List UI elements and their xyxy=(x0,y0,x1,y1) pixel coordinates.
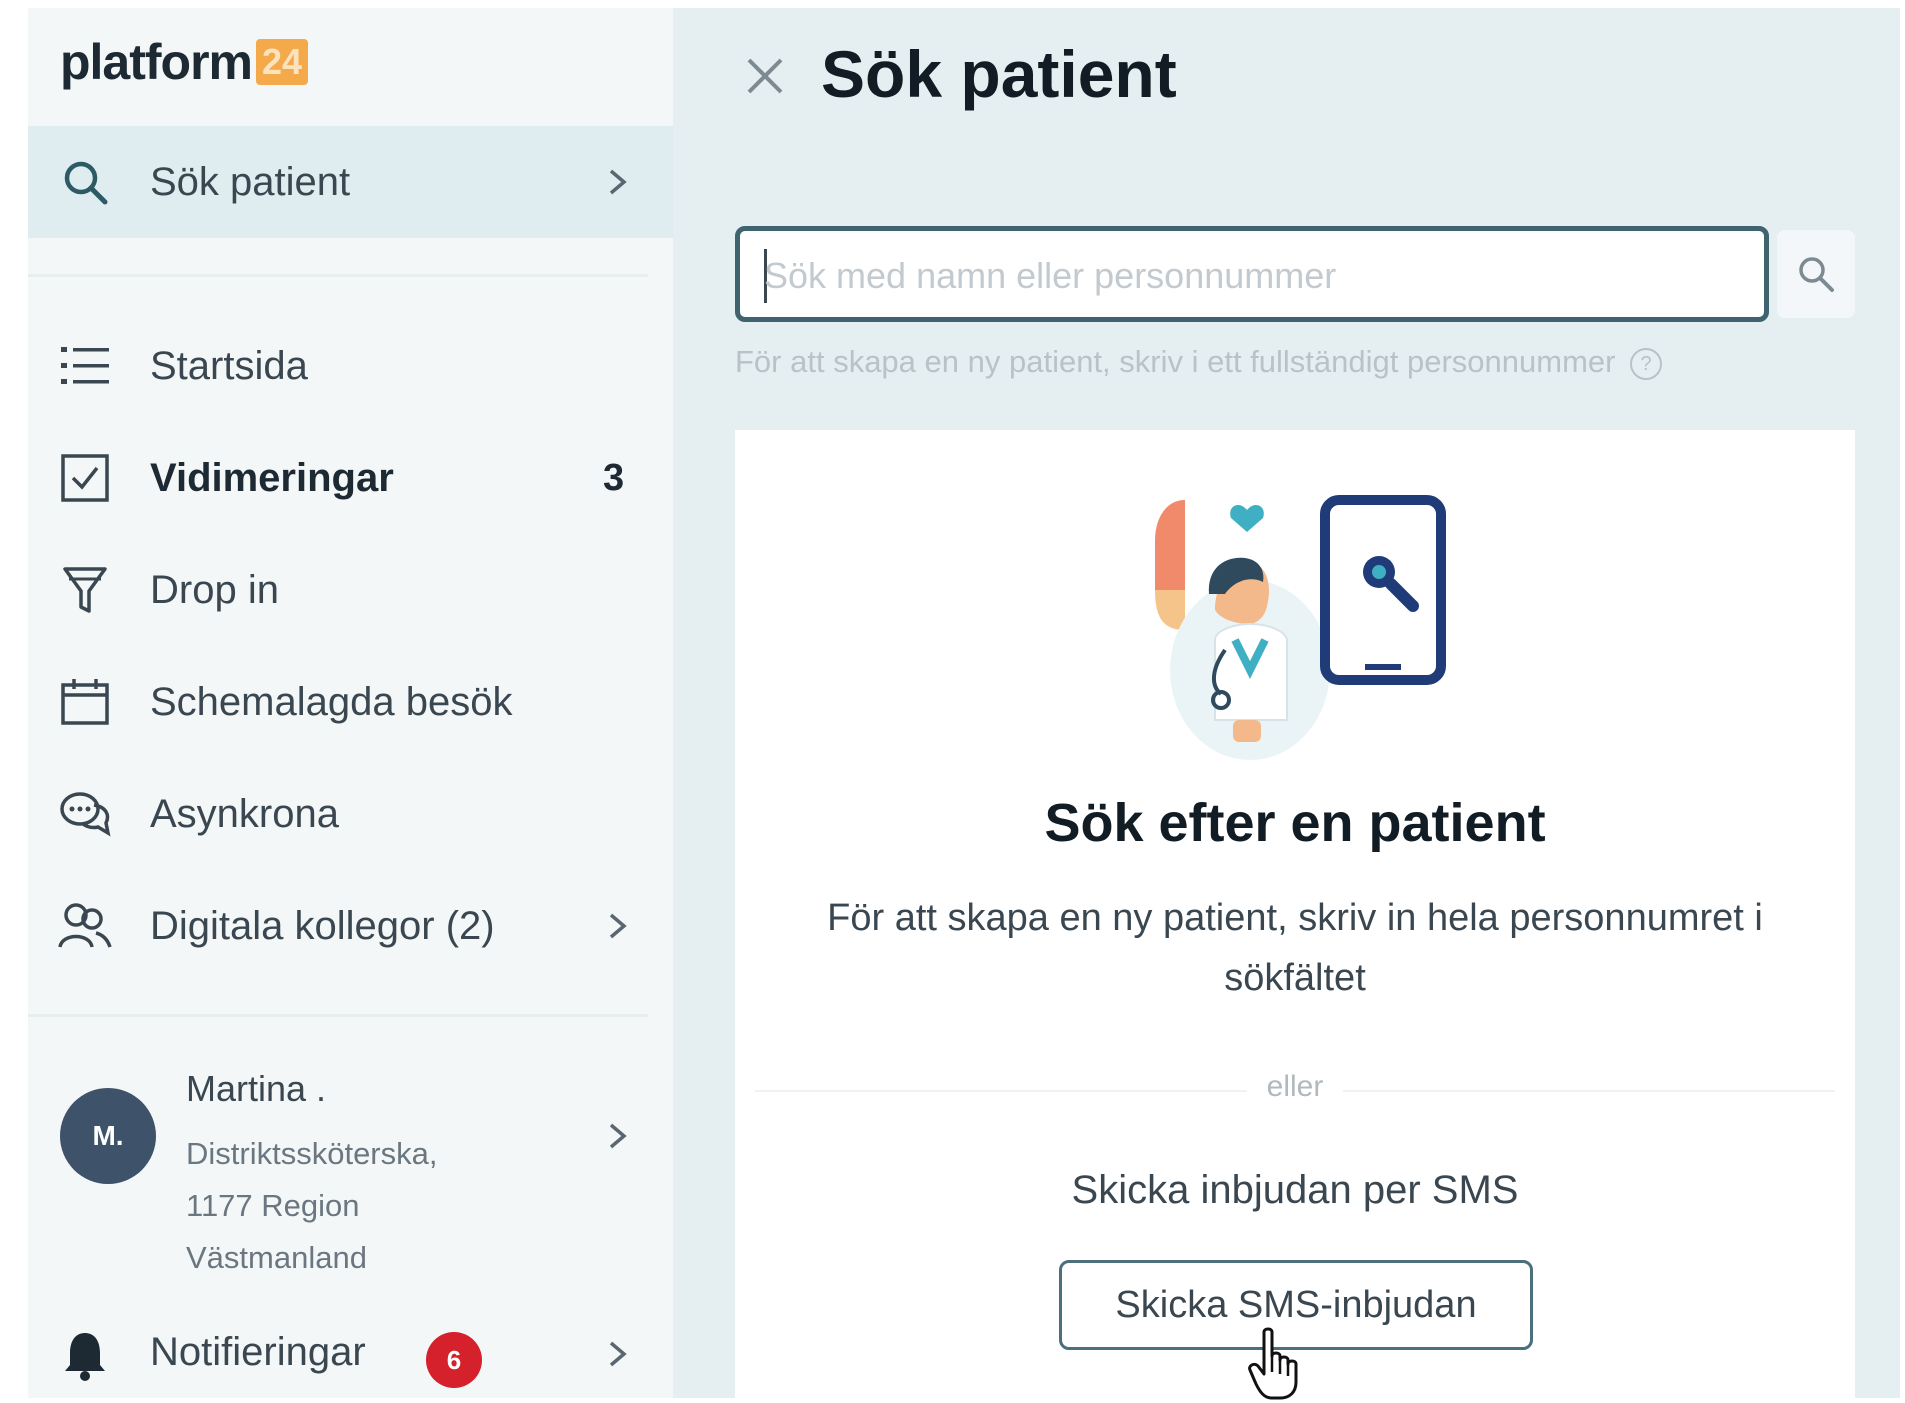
hand-cursor-icon xyxy=(1248,1327,1298,1400)
divider xyxy=(28,274,648,277)
search-icon xyxy=(1799,257,1834,292)
search-hint-text: För att skapa en ny patient, skriv i ett… xyxy=(735,344,1616,379)
calendar-icon xyxy=(58,675,112,729)
bell-icon xyxy=(58,1328,112,1382)
chevron-right-icon xyxy=(598,906,638,946)
sidebar-item-schemalagda-besok[interactable]: Schemalagda besök xyxy=(28,652,673,752)
sidebar-item-label: Sök patient xyxy=(150,159,351,204)
sidebar: platform 24 Sök patient Startsida Vidime… xyxy=(28,8,673,1398)
user-profile[interactable]: M. Martina . Distriktssköterska, 1177 Re… xyxy=(28,1048,673,1288)
sidebar-item-notifieringar[interactable]: Notifieringar 6 xyxy=(28,1310,673,1398)
close-icon xyxy=(747,58,783,94)
sms-invite-text: Skicka inbjudan per SMS xyxy=(1071,1168,1519,1212)
notification-count-badge: 6 xyxy=(426,1332,482,1388)
sidebar-item-search-patient[interactable]: Sök patient xyxy=(28,126,673,238)
avatar: M. xyxy=(60,1088,156,1184)
info-icon[interactable]: ? xyxy=(1630,347,1663,380)
notifications-label: Notifieringar xyxy=(150,1330,366,1374)
chevron-right-icon xyxy=(598,1116,638,1156)
profile-role: Distriktssköterska, 1177 Region Västmanl… xyxy=(186,1136,438,1275)
divider xyxy=(28,1014,648,1017)
chevron-right-icon xyxy=(598,162,638,202)
sidebar-item-label: Startsida xyxy=(150,343,308,388)
sidebar-item-asynkrona[interactable]: Asynkrona xyxy=(28,764,673,864)
main-panel: Sök patient För att skapa en ny patient,… xyxy=(673,8,1900,1398)
page-title: Sök patient xyxy=(821,37,1177,111)
logo[interactable]: platform 24 xyxy=(60,32,309,92)
search-input[interactable] xyxy=(762,245,1746,307)
sidebar-item-startsida[interactable]: Startsida xyxy=(28,316,673,416)
empty-state-title: Sök efter en patient xyxy=(1044,793,1546,853)
count-badge: 3 xyxy=(603,456,625,499)
or-label: eller xyxy=(1246,1070,1344,1103)
profile-name: Martina . xyxy=(186,1068,327,1109)
search-hint: För att skapa en ny patient, skriv i ett… xyxy=(735,344,1663,380)
sidebar-item-vidimeringar[interactable]: Vidimeringar 3 xyxy=(28,428,673,528)
doctor-phone-illustration xyxy=(1155,495,1446,760)
sidebar-item-label: Drop in xyxy=(150,567,279,612)
app-window: platform 24 Sök patient Startsida Vidime… xyxy=(28,8,1900,1400)
sidebar-item-label: Digitala kollegor (2) xyxy=(150,903,495,948)
sidebar-item-label: Asynkrona xyxy=(150,791,339,836)
sidebar-item-drop-in[interactable]: Drop in xyxy=(28,540,673,640)
sidebar-item-label: Vidimeringar xyxy=(150,455,394,500)
empty-state-text: För att skapa en ny patient, skriv in he… xyxy=(827,897,1763,999)
chevron-right-icon xyxy=(598,1334,638,1374)
close-button[interactable] xyxy=(733,44,797,108)
empty-state-card: Sök efter en patient För att skapa en ny… xyxy=(735,430,1855,1398)
sidebar-item-label: Schemalagda besök xyxy=(150,679,513,724)
list-icon xyxy=(58,339,112,393)
search-button[interactable] xyxy=(1777,230,1855,318)
search-field[interactable] xyxy=(735,226,1769,322)
checkbox-icon xyxy=(58,451,112,505)
sidebar-item-digitala-kollegor[interactable]: Digitala kollegor (2) xyxy=(28,876,673,976)
search-icon xyxy=(58,155,112,209)
people-icon xyxy=(58,899,112,953)
chat-icon xyxy=(58,787,112,841)
logo-word: platform xyxy=(60,34,253,90)
or-separator: eller xyxy=(735,1070,1855,1104)
logo-badge: 24 xyxy=(256,39,309,85)
funnel-icon xyxy=(58,563,112,617)
